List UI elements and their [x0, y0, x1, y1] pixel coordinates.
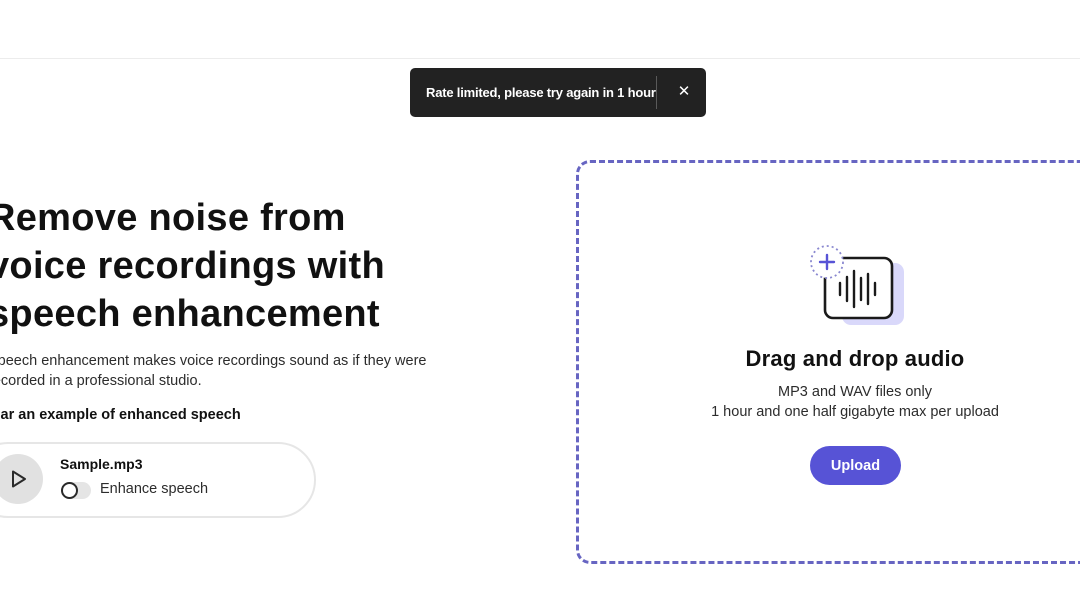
page-title: Remove noise from voice recordings with …: [0, 194, 508, 338]
top-navigation-bar: [0, 0, 1080, 59]
dropzone-size-limit: 1 hour and one half gigabyte max per upl…: [711, 404, 999, 420]
audio-dropzone[interactable]: Drag and drop audio MP3 and WAV files on…: [576, 160, 1080, 564]
toast-divider: [656, 76, 657, 109]
dropzone-title: Drag and drop audio: [745, 346, 965, 371]
page-description-line-1: Speech enhancement makes voice recording…: [0, 353, 427, 369]
dropzone-file-types: MP3 and WAV files only: [778, 384, 932, 400]
page-description: Speech enhancement makes voice recording…: [0, 351, 458, 391]
enhance-speech-toggle[interactable]: [61, 482, 91, 499]
rate-limit-toast: Rate limited, please try again in 1 hour…: [410, 68, 706, 117]
page-description-line-2: recorded in a professional studio.: [0, 373, 202, 389]
upload-button[interactable]: Upload: [810, 446, 901, 485]
sample-file-name: Sample.mp3: [60, 456, 143, 472]
example-heading: Hear an example of enhanced speech: [0, 407, 241, 423]
page-title-line-2: voice recordings with: [0, 245, 385, 287]
page: Rate limited, please try again in 1 hour…: [0, 0, 1080, 611]
toast-message: Rate limited, please try again in 1 hour: [426, 85, 656, 100]
toggle-knob: [61, 482, 78, 499]
close-icon[interactable]: ✕: [672, 80, 696, 104]
enhance-speech-label: Enhance speech: [100, 481, 209, 497]
play-button[interactable]: [0, 454, 43, 504]
page-title-line-3: speech enhancement: [0, 293, 380, 335]
audio-upload-icon: [810, 245, 904, 325]
sample-audio-player: Sample.mp3 Enhance speech: [0, 442, 316, 518]
page-title-line-1: Remove noise from: [0, 197, 346, 239]
play-icon: [12, 470, 26, 488]
